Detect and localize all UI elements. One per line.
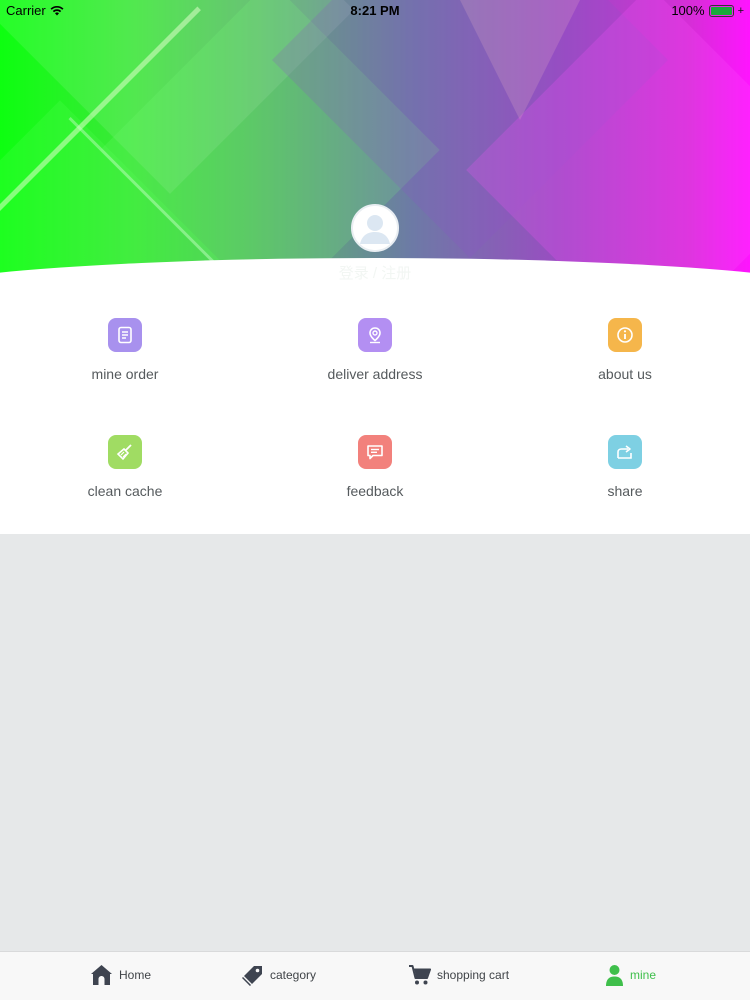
tab-category[interactable]: category — [242, 964, 316, 990]
cart-icon — [409, 965, 431, 985]
menu-item-label: deliver address — [327, 366, 423, 382]
tab-label-mine: mine — [630, 968, 657, 982]
share-icon — [608, 435, 642, 469]
home-icon — [91, 965, 112, 985]
user-avatar-icon — [353, 206, 397, 250]
broom-icon — [108, 435, 142, 469]
menu-item-about-us[interactable]: about us — [500, 300, 750, 400]
info-icon — [608, 318, 642, 352]
person-icon — [606, 965, 623, 986]
tab-label-category: category — [270, 968, 317, 982]
menu-item-share[interactable]: share — [500, 417, 750, 517]
tab-label-home: Home — [119, 968, 152, 982]
menu-item-label: feedback — [346, 483, 404, 499]
order-list-icon — [108, 318, 142, 352]
tab-home[interactable]: Home — [90, 964, 151, 990]
status-bar: Carrier 8:21 PM 100% + — [0, 0, 750, 20]
avatar[interactable] — [351, 204, 399, 252]
menu-item-deliver-address[interactable]: deliver address — [250, 300, 500, 400]
login-register-link[interactable]: 登录 / 注册 — [0, 262, 750, 283]
message-icon — [358, 435, 392, 469]
battery-icon — [708, 4, 734, 17]
battery-percentage: 100% — [671, 3, 705, 18]
location-pin-icon — [358, 318, 392, 352]
battery-status: 100% + — [671, 3, 744, 18]
menu-item-feedback[interactable]: feedback — [250, 417, 500, 517]
menu-item-label: about us — [598, 366, 652, 382]
tab-mine[interactable]: mine — [605, 964, 656, 990]
clock: 8:21 PM — [350, 3, 400, 18]
menu-grid: mine order deliver address about us clea… — [0, 300, 750, 534]
menu-item-label: share — [607, 483, 643, 499]
menu-item-clean-cache[interactable]: clean cache — [0, 417, 250, 517]
menu-item-label: clean cache — [87, 483, 163, 499]
app-screen: Carrier 8:21 PM 100% + 登录 / 注册 mine orde… — [0, 0, 750, 1000]
charging-icon: + — [737, 4, 744, 17]
profile-header-background — [0, 0, 750, 300]
tab-shopping-cart[interactable]: shopping cart — [408, 964, 509, 990]
menu-item-mine-order[interactable]: mine order — [0, 300, 250, 400]
tag-icon — [242, 966, 262, 986]
tab-bar: Home category shopping cart mine — [0, 951, 750, 1000]
tab-label-shopping-cart: shopping cart — [437, 968, 510, 982]
menu-item-label: mine order — [91, 366, 159, 382]
